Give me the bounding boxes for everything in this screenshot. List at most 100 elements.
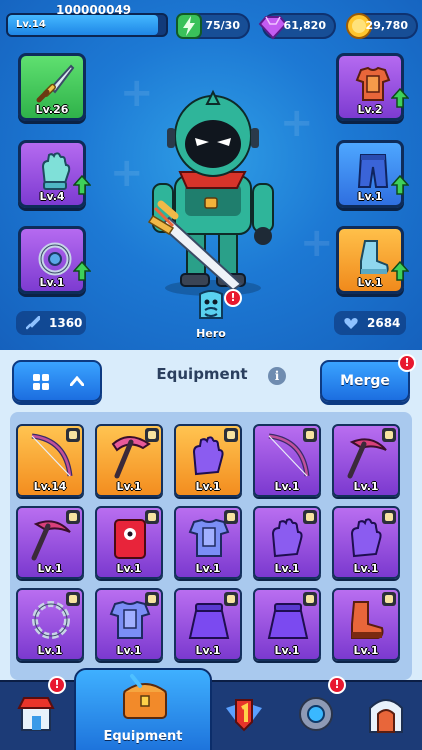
item-tag-icon xyxy=(145,510,159,524)
item-level: Lv.1 xyxy=(274,644,300,657)
item-level: Lv.1 xyxy=(274,562,300,575)
inventory-item[interactable]: Lv.1 xyxy=(253,506,321,579)
item-level: Lv.1 xyxy=(37,644,63,657)
item-tag-icon xyxy=(66,428,80,442)
hero-character xyxy=(147,89,274,296)
item-level: Lv.1 xyxy=(116,480,142,493)
energy-plus-icon xyxy=(176,13,202,39)
inventory-item[interactable]: Lv.1 xyxy=(16,506,84,579)
boots-icon xyxy=(360,240,389,274)
sort-toggle-button[interactable] xyxy=(12,360,102,402)
item-level: Lv.1 xyxy=(195,644,221,657)
orb-pet-icon xyxy=(299,697,333,731)
gem-value: 61,820 xyxy=(283,19,326,32)
item-level: Lv.1 xyxy=(116,644,142,657)
health-value: 2684 xyxy=(367,316,401,330)
bottom-nav: ! Equipment ! xyxy=(0,668,422,750)
shop-icon xyxy=(17,697,55,731)
armor-slot[interactable]: Lv.2 xyxy=(336,53,409,121)
inventory-item[interactable]: Lv.1 xyxy=(174,588,242,661)
inventory-grid: Lv.14 Lv.1 Lv.1 Lv.1 Lv.1 Lv.1 Lv.1 Lv.1 Lv.1 Lv.… xyxy=(10,412,412,680)
chevron-up-icon xyxy=(70,376,84,386)
gloves-slot[interactable]: Lv.4 xyxy=(18,140,91,208)
item-level: Lv.14 xyxy=(33,480,67,493)
item-tag-icon xyxy=(382,510,396,524)
pet-alert-badge: ! xyxy=(328,676,346,694)
energy-value: 75/30 xyxy=(205,19,240,32)
treasure-chest-icon xyxy=(123,674,167,719)
attack-stat: 1360 xyxy=(16,311,86,335)
armor-icon xyxy=(355,66,391,101)
inventory-item[interactable]: Lv.1 xyxy=(253,588,321,661)
weapon-slot[interactable]: Lv.26 xyxy=(18,53,86,121)
inventory-item[interactable]: Lv.1 xyxy=(95,506,163,579)
item-level: Lv.1 xyxy=(37,562,63,575)
dungeon-door-icon xyxy=(369,699,403,733)
top-bar: Lv.14 100000049 75/30 61,820 29,780 xyxy=(0,0,422,44)
nav-ranking[interactable] xyxy=(208,682,278,750)
item-tag-icon xyxy=(224,592,238,606)
inventory-item[interactable]: Lv.1 xyxy=(16,588,84,661)
hero-area: + + + + Lv.14 100000049 75/30 61,820 29,… xyxy=(0,0,422,350)
item-level: Lv.1 xyxy=(353,480,379,493)
upgrade-arrow-icon xyxy=(73,261,91,281)
boots-slot[interactable]: Lv.1 xyxy=(336,226,409,294)
upgrade-arrow-icon xyxy=(391,175,409,195)
heart-icon xyxy=(344,318,358,329)
item-level: Lv.1 xyxy=(116,562,142,575)
item-tag-icon xyxy=(303,428,317,442)
upgrade-arrow-icon xyxy=(73,175,91,195)
ring-icon xyxy=(38,242,72,276)
inventory-item[interactable]: Lv.1 xyxy=(253,424,321,497)
merge-label: Merge xyxy=(340,373,390,389)
item-tag-icon xyxy=(66,510,80,524)
gem-counter[interactable]: 61,820 xyxy=(258,13,336,40)
gold-counter[interactable]: 29,780 xyxy=(346,13,418,39)
item-tag-icon xyxy=(145,428,159,442)
item-level: Lv.1 xyxy=(195,480,221,493)
background-pattern: + xyxy=(300,220,334,266)
inventory-item[interactable]: Lv.1 xyxy=(174,506,242,579)
nav-equipment[interactable]: Equipment xyxy=(74,668,212,750)
item-level: Lv.1 xyxy=(195,562,221,575)
merge-button[interactable]: Merge xyxy=(320,360,410,402)
weapon-level: Lv.26 xyxy=(35,103,69,116)
upgrade-arrow-icon xyxy=(391,261,409,281)
shop-alert-badge: ! xyxy=(48,676,66,694)
item-tag-icon xyxy=(224,510,238,524)
inventory-item[interactable]: Lv.1 xyxy=(95,424,163,497)
inventory-item[interactable]: Lv.1 xyxy=(332,506,400,579)
hero-label: Hero xyxy=(196,327,226,340)
sword-icon xyxy=(26,316,40,330)
item-level: Lv.1 xyxy=(274,480,300,493)
item-tag-icon xyxy=(224,428,238,442)
item-tag-icon xyxy=(382,428,396,442)
nav-equipment-label: Equipment xyxy=(103,729,183,744)
pants-slot[interactable]: Lv.1 xyxy=(336,140,409,208)
gold-value: 29,780 xyxy=(365,19,408,32)
ring-slot[interactable]: Lv.1 xyxy=(18,226,91,294)
inventory-item[interactable]: Lv.1 xyxy=(332,424,400,497)
glove-icon xyxy=(41,152,71,190)
sword-icon xyxy=(36,64,75,103)
item-level: Lv.1 xyxy=(353,562,379,575)
inventory-item[interactable]: Lv.1 xyxy=(332,588,400,661)
hero-swap-icon xyxy=(199,290,223,319)
energy-counter[interactable]: 75/30 xyxy=(176,13,250,39)
item-tag-icon xyxy=(66,592,80,606)
merge-alert-badge: ! xyxy=(398,354,416,372)
item-tag-icon xyxy=(382,592,396,606)
item-tag-icon xyxy=(303,510,317,524)
attack-value: 1360 xyxy=(49,316,83,330)
player-id: 100000049 xyxy=(56,3,132,17)
nav-dungeon[interactable] xyxy=(350,682,420,750)
hero-alert-badge: ! xyxy=(224,289,242,307)
inventory-item[interactable]: Lv.1 xyxy=(95,588,163,661)
item-tag-icon xyxy=(303,592,317,606)
inventory-item[interactable]: Lv.14 xyxy=(16,424,84,497)
info-icon[interactable]: i xyxy=(268,367,286,385)
rank-trophy-icon xyxy=(226,699,262,732)
player-level: Lv.14 xyxy=(16,19,46,30)
health-stat: 2684 xyxy=(334,311,406,335)
inventory-item[interactable]: Lv.1 xyxy=(174,424,242,497)
